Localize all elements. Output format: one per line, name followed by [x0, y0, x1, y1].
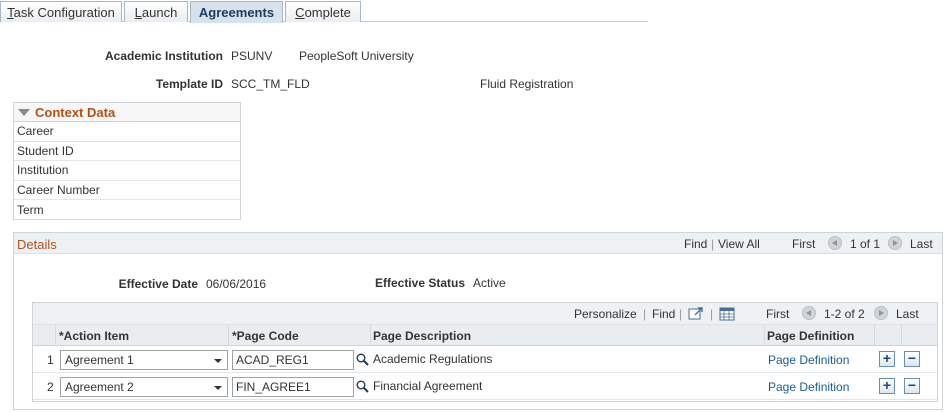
grid-last-label: Last [896, 307, 919, 321]
tab-agreements[interactable]: Agreements [190, 1, 283, 23]
previous-arrow-icon[interactable] [828, 236, 842, 250]
column-header-page-definition[interactable]: Page Definition [767, 329, 854, 343]
context-data-box: Context Data Career Student ID Instituti… [13, 102, 241, 220]
column-header-page-description[interactable]: Page Description [373, 329, 471, 343]
context-row-institution: Institution [14, 161, 240, 181]
new-window-icon[interactable] [688, 307, 704, 321]
grid-range: 1-2 of 2 [824, 307, 865, 321]
academic-institution-name: PeopleSoft University [299, 49, 414, 63]
column-divider [874, 325, 875, 345]
effective-date-label: Effective Date [118, 277, 198, 291]
agreements-grid: Personalize | Find | | First 1-2 of 2 La… [32, 302, 938, 402]
details-range: 1 of 1 [850, 237, 881, 251]
delete-row-button[interactable]: − [904, 378, 920, 394]
context-row-student-id: Student ID [14, 142, 240, 161]
grid-first-label: First [766, 307, 790, 321]
separator: | [643, 307, 647, 321]
column-divider [764, 325, 765, 345]
effective-status-label: Effective Status [374, 276, 465, 290]
details-panel: Details Find | View All First 1 of 1 Las… [13, 232, 943, 410]
lookup-search-icon[interactable] [356, 353, 369, 366]
add-row-button[interactable]: + [879, 378, 895, 394]
details-title: Details [17, 237, 57, 252]
tab-task-configuration[interactable]: Task Configuration [0, 1, 122, 22]
tab-complete[interactable]: Complete [285, 1, 361, 22]
row-number: 1 [47, 353, 54, 367]
context-row-career-number: Career Number [14, 181, 240, 200]
action-item-select[interactable]: Agreement 2 [60, 377, 228, 397]
view-all-link[interactable]: View All [718, 237, 760, 251]
details-find-link[interactable]: Find [684, 237, 707, 251]
grid-navigation: Personalize | Find | | First 1-2 of 2 La… [33, 303, 937, 325]
row-number: 2 [47, 380, 54, 394]
page-description: Academic Regulations [373, 352, 493, 366]
tab-label: omplete [304, 5, 351, 20]
grid-find-link[interactable]: Find [652, 307, 675, 321]
lookup-search-icon[interactable] [356, 380, 369, 393]
download-spreadsheet-icon[interactable] [719, 307, 735, 321]
table-row: 1 Agreement 1 ACAD_REG1 Academic Regulat… [33, 346, 937, 373]
separator: | [679, 307, 683, 321]
effective-status-value: Active [473, 276, 506, 290]
tab-label: Agreements [198, 5, 275, 20]
context-data-header[interactable]: Context Data [14, 103, 240, 122]
grid-column-headers: *Action Item *Page Code Page Description… [33, 325, 937, 346]
personalize-link[interactable]: Personalize [574, 307, 637, 321]
tab-label: aunch [141, 5, 178, 20]
template-id-label: Template ID [155, 77, 223, 91]
page-description: Financial Agreement [373, 379, 483, 393]
tab-accelerator: L [134, 5, 142, 20]
details-header: Details Find | View All First 1 of 1 Las… [14, 233, 942, 254]
context-row-term: Term [17, 202, 44, 217]
page-definition-link[interactable]: Page Definition [768, 380, 849, 394]
previous-row-arrow-icon[interactable] [802, 306, 816, 320]
action-item-select[interactable]: Agreement 1 [60, 350, 228, 370]
tab-label: ask Configuration [13, 5, 115, 20]
column-divider [228, 325, 229, 345]
column-divider [55, 325, 56, 345]
column-divider [901, 325, 902, 345]
table-row: 2 Agreement 2 FIN_AGREE1 Financial Agree… [33, 373, 937, 400]
tab-bar: Task Configuration Launch Agreements Com… [0, 0, 648, 23]
page-definition-link[interactable]: Page Definition [768, 353, 849, 367]
page-code-input[interactable]: FIN_AGREE1 [232, 377, 354, 397]
column-header-page-code[interactable]: *Page Code [232, 329, 299, 343]
separator: | [710, 307, 714, 321]
column-divider [370, 325, 371, 345]
details-last-label: Last [910, 237, 933, 251]
template-description: Fluid Registration [480, 77, 574, 91]
collapse-triangle-icon[interactable] [18, 108, 30, 116]
tab-accelerator: C [295, 5, 305, 20]
next-row-arrow-icon[interactable] [874, 306, 888, 320]
column-header-action-item[interactable]: *Action Item [59, 329, 129, 343]
context-row-career: Career [14, 122, 240, 142]
effective-date-value: 06/06/2016 [206, 277, 267, 291]
academic-institution-label: Academic Institution [104, 49, 223, 63]
context-data-title: Context Data [35, 104, 116, 120]
add-row-button[interactable]: + [879, 351, 895, 367]
academic-institution-code: PSUNV [231, 49, 273, 63]
page-code-input[interactable]: ACAD_REG1 [232, 350, 354, 370]
next-arrow-icon[interactable] [888, 236, 902, 250]
tab-launch[interactable]: Launch [124, 1, 188, 22]
separator: | [711, 237, 715, 251]
details-first-label: First [792, 237, 816, 251]
delete-row-button[interactable]: − [904, 351, 920, 367]
template-id-value: SCC_TM_FLD [231, 77, 310, 91]
